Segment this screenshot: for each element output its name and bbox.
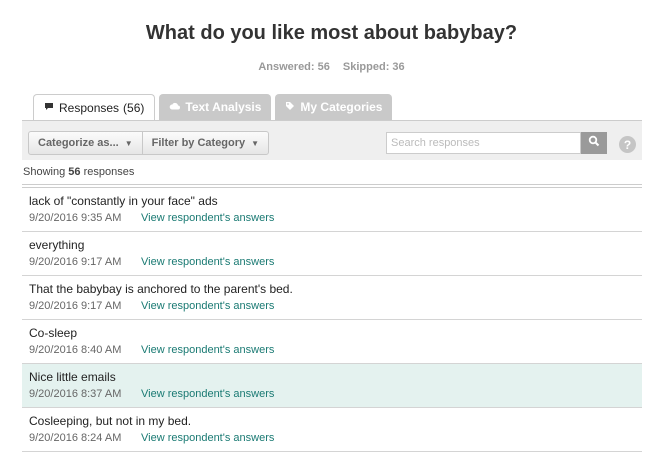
search-button[interactable]: [581, 132, 607, 154]
search-icon: [588, 134, 600, 152]
filter-label: Filter by Category: [151, 137, 246, 149]
divider: [22, 184, 642, 185]
speech-bubble-icon: [44, 102, 54, 114]
response-date: 9/20/2016 9:17 AM: [29, 300, 122, 312]
answered-count: Answered: 56: [258, 61, 330, 73]
response-text: Nice little emails: [29, 370, 116, 384]
tag-icon: [285, 101, 295, 114]
view-answers-link[interactable]: View respondent's answers: [141, 300, 274, 312]
response-row: Co-sleep 9/20/2016 8:40 AM View responde…: [22, 320, 642, 364]
response-text: everything: [29, 238, 85, 252]
response-text: That the babybay is anchored to the pare…: [29, 282, 293, 296]
responses-toolbar: Categorize as... ▼ Filter by Category ▼ …: [22, 120, 642, 160]
response-date: 9/20/2016 8:40 AM: [29, 344, 122, 356]
response-row: lack of "constantly in your face" ads 9/…: [22, 188, 642, 232]
response-date: 9/20/2016 9:35 AM: [29, 212, 122, 224]
view-answers-link[interactable]: View respondent's answers: [141, 256, 274, 268]
response-row: That the babybay is anchored to the pare…: [22, 276, 642, 320]
chevron-down-icon: ▼: [124, 138, 133, 148]
tab-text-analysis[interactable]: Text Analysis: [159, 94, 272, 120]
tab-label: My Categories: [300, 100, 383, 114]
tab-bar: Responses (56) Text Analysis My Categori…: [33, 94, 396, 121]
response-date: 9/20/2016 8:37 AM: [29, 388, 122, 400]
response-row: Cosleeping, but not in my bed. 9/20/2016…: [22, 408, 642, 452]
categorize-as-dropdown[interactable]: Categorize as... ▼: [29, 132, 142, 154]
tab-label: Responses: [59, 101, 120, 115]
categorize-label: Categorize as...: [38, 137, 119, 149]
question-title: What do you like most about babybay?: [145, 22, 518, 44]
tab-label: Text Analysis: [185, 100, 262, 114]
response-text: Cosleeping, but not in my bed.: [29, 414, 192, 428]
response-date: 9/20/2016 9:17 AM: [29, 256, 122, 268]
response-date: 9/20/2016 8:24 AM: [29, 432, 122, 444]
response-stats: Answered: 56 Skipped: 36: [0, 61, 663, 73]
showing-suffix: responses: [83, 166, 135, 178]
view-answers-link[interactable]: View respondent's answers: [141, 388, 274, 400]
skipped-count: Skipped: 36: [342, 61, 405, 73]
search-input[interactable]: [386, 132, 581, 154]
view-answers-link[interactable]: View respondent's answers: [141, 344, 274, 356]
chevron-down-icon: ▼: [251, 138, 260, 148]
response-text: Co-sleep: [29, 326, 78, 340]
tab-my-categories[interactable]: My Categories: [275, 94, 393, 120]
response-row: everything 9/20/2016 9:17 AM View respon…: [22, 232, 642, 276]
showing-prefix: Showing: [23, 166, 66, 178]
help-icon[interactable]: ?: [619, 136, 636, 153]
tab-count: (56): [123, 101, 145, 115]
cloud-icon: [169, 102, 181, 113]
view-answers-link[interactable]: View respondent's answers: [141, 432, 274, 444]
tab-responses[interactable]: Responses (56): [33, 94, 156, 121]
response-text: lack of "constantly in your face" ads: [29, 194, 218, 208]
filter-by-category-dropdown[interactable]: Filter by Category ▼: [141, 132, 268, 154]
showing-number: 56: [68, 166, 81, 178]
showing-count: Showing 56 responses: [23, 166, 134, 178]
view-answers-link[interactable]: View respondent's answers: [141, 212, 274, 224]
response-row-highlighted: Nice little emails 9/20/2016 8:37 AM Vie…: [22, 364, 642, 408]
toolbar-button-group: Categorize as... ▼ Filter by Category ▼: [28, 131, 270, 155]
responses-list: lack of "constantly in your face" ads 9/…: [22, 188, 642, 452]
